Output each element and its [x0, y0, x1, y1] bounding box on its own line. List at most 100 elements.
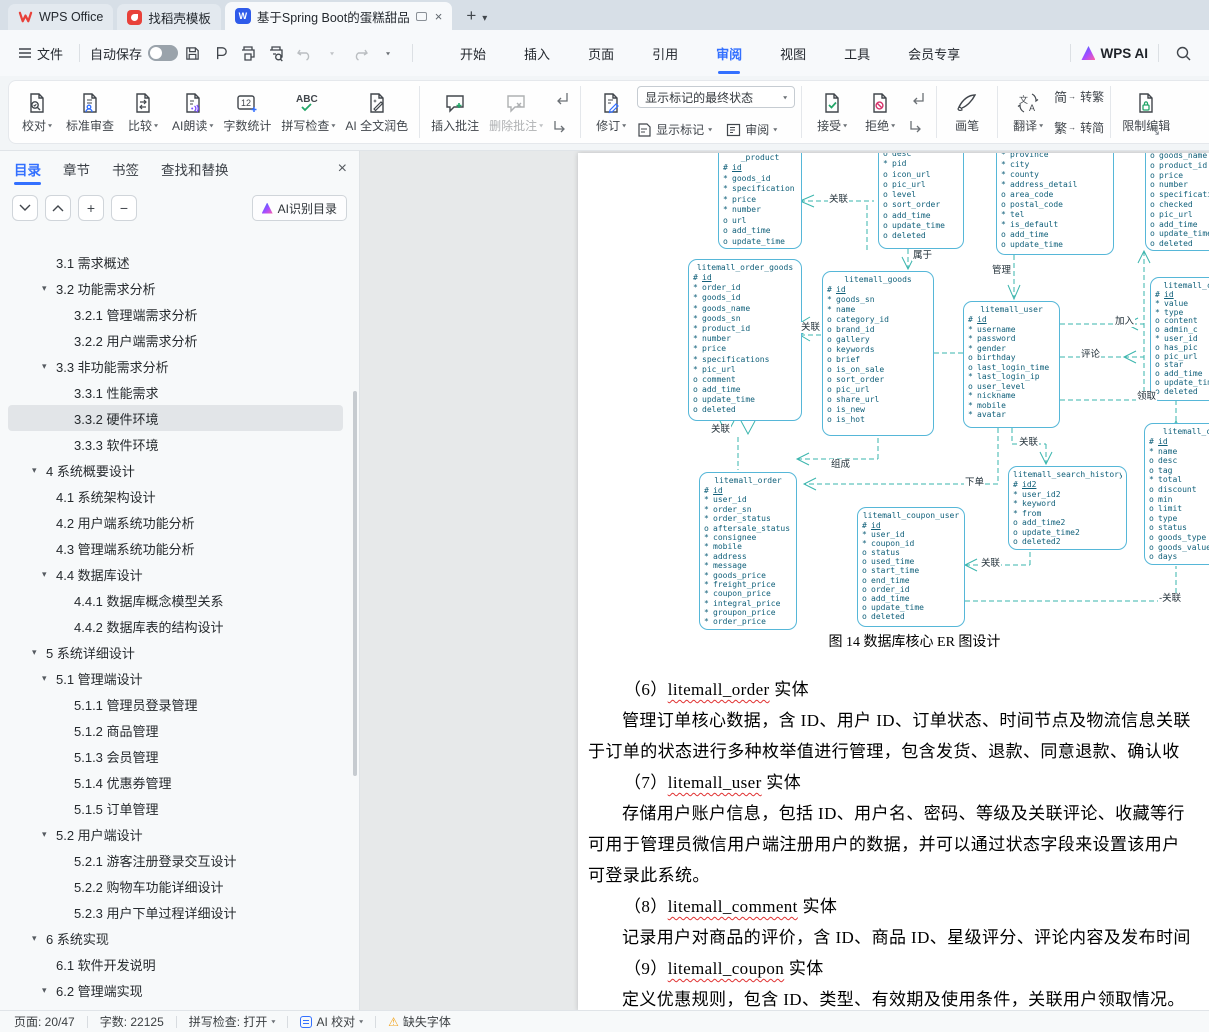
print-button[interactable]	[235, 40, 261, 66]
toc-item[interactable]: ▾5 系统详细设计	[8, 639, 343, 665]
toc-collapse-icon[interactable]: ▾	[42, 569, 56, 580]
tab-wps-office[interactable]: WPS Office	[8, 4, 113, 30]
menu-item[interactable]: 引用	[642, 40, 688, 67]
toc-item[interactable]: 3.3.1 性能需求	[8, 379, 343, 405]
menu-item[interactable]: 审阅	[706, 40, 752, 67]
export-pdf-button[interactable]	[207, 40, 233, 66]
dialog-launcher-icon[interactable]: ↘	[1151, 125, 1160, 138]
toc-item[interactable]: ▾4.4 数据库设计	[8, 561, 343, 587]
toc-collapse-icon[interactable]: ▾	[42, 361, 56, 372]
to-simplified-button[interactable]: 繁→转简	[1054, 118, 1104, 137]
track-changes-button[interactable]: 修订▾	[587, 83, 635, 141]
menu-item[interactable]: 插入	[514, 40, 560, 67]
toc-item[interactable]: ▾6 系统实现	[8, 925, 343, 951]
close-tab-icon[interactable]: ×	[435, 9, 443, 24]
toc-collapse-icon[interactable]: ▾	[42, 283, 56, 294]
toc-item[interactable]: 5.1.1 管理员登录管理	[8, 691, 343, 717]
menu-item[interactable]: 页面	[578, 40, 624, 67]
menu-item[interactable]: 开始	[450, 40, 496, 67]
toc-collapse-icon[interactable]: ▾	[42, 673, 56, 684]
toc-item[interactable]: 3.1 需求概述	[8, 249, 343, 275]
toc-item[interactable]: 4.4.2 数据库表的结构设计	[8, 613, 343, 639]
spell-check-button[interactable]: ABC 拼写检查▾	[276, 83, 340, 141]
toc-item[interactable]: 6.2.1 登录功能实现	[8, 1003, 343, 1010]
toc-item[interactable]: 4.3 管理端系统功能分析	[8, 535, 343, 561]
toc-collapse-icon[interactable]: ▾	[32, 647, 46, 658]
document-page[interactable]: _product#id*goods_id*specification*price…	[578, 153, 1209, 1010]
tab-document[interactable]: W 基于Spring Boot的蛋糕甜品 ×	[225, 2, 452, 30]
compare-button[interactable]: 比较▾	[119, 83, 167, 141]
menu-item[interactable]: 工具	[834, 40, 880, 67]
redo-caret-icon[interactable]: ▾	[375, 40, 401, 66]
ai-recognize-toc-button[interactable]: AI识别目录	[252, 195, 347, 221]
insert-comment-button[interactable]: 插入批注	[426, 83, 484, 141]
ink-pen-button[interactable]: 画笔	[943, 83, 991, 141]
toc-collapse-icon[interactable]: ▾	[42, 829, 56, 840]
toc-item[interactable]: ▾6.2 管理端实现	[8, 977, 343, 1003]
toc-zoom-in-button[interactable]: +	[78, 195, 104, 221]
toc-collapse-icon[interactable]: ▾	[42, 985, 56, 996]
toc-item[interactable]: ▾4 系统概要设计	[8, 457, 343, 483]
ai-polish-button[interactable]: AI 全文润色	[340, 83, 413, 141]
to-traditional-button[interactable]: 简→转繁	[1054, 87, 1104, 106]
ai-proofread-status[interactable]: AI 校对▾	[300, 1013, 363, 1030]
next-change-button[interactable]	[906, 116, 928, 136]
autosave-toggle[interactable]	[148, 45, 178, 61]
word-count-button[interactable]: 12 字数统计	[218, 83, 276, 141]
previous-comment-button[interactable]	[550, 88, 572, 108]
tab-list-caret-icon[interactable]: ▾	[482, 13, 487, 24]
previous-change-button[interactable]	[906, 88, 928, 108]
ai-read-aloud-button[interactable]: AI朗读▾	[167, 83, 218, 141]
toc-item[interactable]: 4.4.1 数据库概念模型关系	[8, 587, 343, 613]
toc-item[interactable]: 4.1 系统架构设计	[8, 483, 343, 509]
toc-zoom-out-button[interactable]: −	[111, 195, 137, 221]
sidebar-scrollbar[interactable]	[353, 391, 357, 776]
toc-item[interactable]: 6.1 软件开发说明	[8, 951, 343, 977]
translate-button[interactable]: 文A 翻译▾	[1004, 83, 1052, 141]
toc-item[interactable]: ▾3.3 非功能需求分析	[8, 353, 343, 379]
accept-change-button[interactable]: 接受▾	[808, 83, 856, 141]
toc-item[interactable]: 5.1.3 会员管理	[8, 743, 343, 769]
search-button[interactable]	[1170, 40, 1196, 66]
toc-item[interactable]: 5.2.1 游客注册登录交互设计	[8, 847, 343, 873]
wps-ai-button[interactable]: WPS AI	[1081, 46, 1148, 61]
toc-item[interactable]: 5.2.2 购物车功能详细设计	[8, 873, 343, 899]
reject-change-button[interactable]: 拒绝▾	[856, 83, 904, 141]
proofread-button[interactable]: 校对▾	[13, 83, 61, 141]
toc-collapse-all-button[interactable]	[45, 195, 71, 221]
read-mode-icon[interactable]	[416, 12, 427, 21]
sidebar-tab-find-replace[interactable]: 查找和替换	[159, 153, 231, 185]
toc-item[interactable]: 3.2.1 管理端需求分析	[8, 301, 343, 327]
spell-check-status[interactable]: 拼写检查: 打开▾	[189, 1013, 276, 1030]
toc-item[interactable]: ▾5.2 用户端设计	[8, 821, 343, 847]
toc-collapse-icon[interactable]: ▾	[32, 465, 46, 476]
toc-item[interactable]: 3.3.2 硬件环境	[8, 405, 343, 431]
new-tab-button[interactable]: +	[466, 6, 476, 26]
toc-item[interactable]: 5.2.3 用户下单过程详细设计	[8, 899, 343, 925]
toc-item[interactable]: ▾3.2 功能需求分析	[8, 275, 343, 301]
file-menu-button[interactable]: 文件	[12, 40, 69, 67]
review-pane-button[interactable]: 审阅▾	[726, 121, 777, 138]
toc-item[interactable]: 4.2 用户端系统功能分析	[8, 509, 343, 535]
menu-item[interactable]: 会员专享	[898, 40, 970, 67]
sidebar-tab-bookmarks[interactable]: 书签	[110, 153, 141, 185]
toc-item[interactable]: ▾5.1 管理端设计	[8, 665, 343, 691]
toc-item[interactable]: 3.3.3 软件环境	[8, 431, 343, 457]
sidebar-tab-sections[interactable]: 章节	[61, 153, 92, 185]
toc-item[interactable]: 5.1.2 商品管理	[8, 717, 343, 743]
missing-font-warning[interactable]: ⚠ 缺失字体	[388, 1013, 451, 1030]
save-button[interactable]	[179, 40, 205, 66]
menu-item[interactable]: 视图	[770, 40, 816, 67]
toc-item[interactable]: 5.1.5 订单管理	[8, 795, 343, 821]
markup-state-dropdown[interactable]: 显示标记的最终状态▾	[637, 86, 795, 108]
print-preview-button[interactable]	[263, 40, 289, 66]
tab-docer[interactable]: 找稻壳模板	[117, 4, 221, 30]
sidebar-tab-toc[interactable]: 目录	[12, 153, 43, 185]
next-comment-button[interactable]	[550, 116, 572, 136]
toc-item[interactable]: 3.2.2 用户端需求分析	[8, 327, 343, 353]
restrict-editing-button[interactable]: 限制编辑	[1117, 83, 1175, 141]
toc-item[interactable]: 5.1.4 优惠券管理	[8, 769, 343, 795]
close-sidebar-icon[interactable]: ×	[338, 160, 347, 178]
toc-collapse-icon[interactable]: ▾	[32, 933, 46, 944]
show-markup-button[interactable]: 显示标记▾	[637, 121, 712, 138]
